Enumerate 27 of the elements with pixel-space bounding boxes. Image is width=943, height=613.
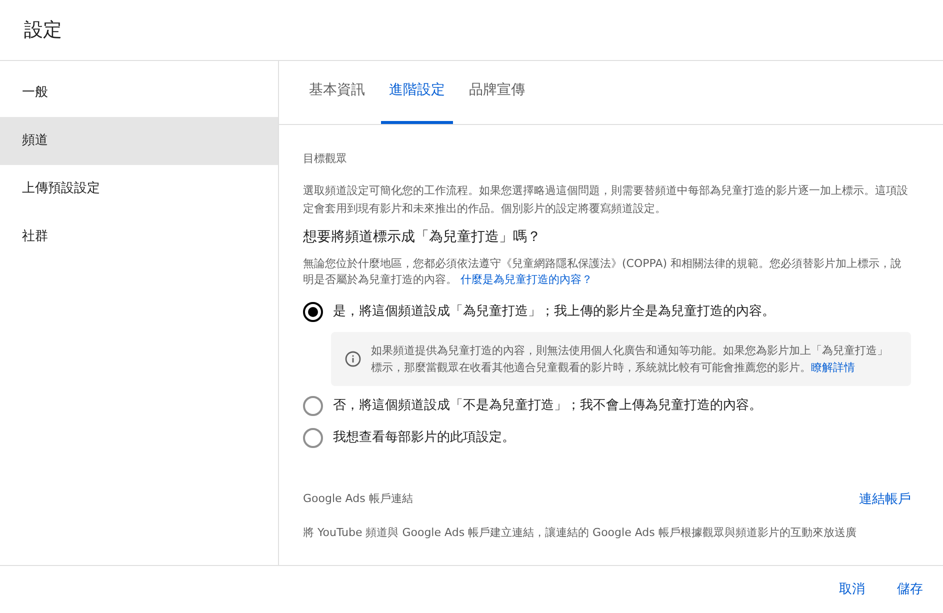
- radio-label: 否，將這個頻道設成「不是為兒童打造」；我不會上傳為兒童打造的內容。: [333, 396, 762, 415]
- window-title: 設定: [24, 18, 62, 43]
- tab[interactable]: 品牌宣傳: [461, 60, 533, 124]
- dialog-button[interactable]: 取消: [827, 572, 877, 608]
- sidebar-item[interactable]: 頻道: [0, 117, 278, 165]
- learn-more-link[interactable]: 瞭解詳情: [811, 360, 855, 374]
- info-text: 如果頻道提供為兒童打造的內容，則無法使用個人化廣告和通知等功能。如果您為影片加上「為兒童打造」標示，那麼當觀眾在收看其他適合兒童觀看的影片時，系統就比較有可能會推薦您的影片。瞭解詳情: [371, 342, 889, 376]
- tab[interactable]: 基本資訊: [301, 60, 373, 124]
- radio-label: 我想查看每部影片的此項設定。: [333, 428, 515, 447]
- notice-text: 無論您位於什麼地區，您都必須依法遵守《兒童網路隱私保護法》(COPPA) 和相關法律的規範。您必須替影片加上標示，說明是否屬於為兒童打造的內容。 什麼是為兒童打造的內容？: [303, 256, 903, 288]
- radio-button[interactable]: [303, 428, 323, 448]
- radio-button[interactable]: [303, 396, 323, 416]
- dialog-button[interactable]: 儲存: [885, 572, 935, 608]
- help-link[interactable]: 什麼是為兒童打造的內容？: [460, 272, 592, 286]
- radio-label: 是，將這個頻道設成「為兒童打造」；我上傳的影片全是為兒童打造的內容。: [333, 302, 775, 321]
- question-text: 想要將頻道標示成「為兒童打造」嗎？: [303, 228, 542, 246]
- info-icon: [345, 350, 361, 366]
- sidebar-item[interactable]: 一般: [0, 69, 278, 117]
- google-ads-description: 將 YouTube 頻道與 Google Ads 帳戶建立連結，讓連結的 Google Ads 帳戶根據觀眾與頻道影片的互動來放送廣: [303, 525, 858, 541]
- radio-button[interactable]: [303, 302, 323, 322]
- link-account-link[interactable]: 連結帳戶: [859, 490, 911, 509]
- sidebar-item[interactable]: 上傳預設設定: [0, 165, 278, 213]
- description-text: 選取頻道設定可簡化您的工作流程。如果您選擇略過這個問題，則需要替頻道中每部為兒童打造的影片逐一加上標示。這項設定會套用到現有影片和未來推出的作品。個別影片的設定將覆寫頻道設定。: [303, 182, 909, 216]
- section-heading: 目標觀眾: [303, 151, 348, 167]
- section-heading: Google Ads 帳戶連結: [303, 491, 413, 507]
- sidebar-item[interactable]: 社群: [0, 213, 278, 261]
- tab[interactable]: 進階設定: [381, 60, 453, 124]
